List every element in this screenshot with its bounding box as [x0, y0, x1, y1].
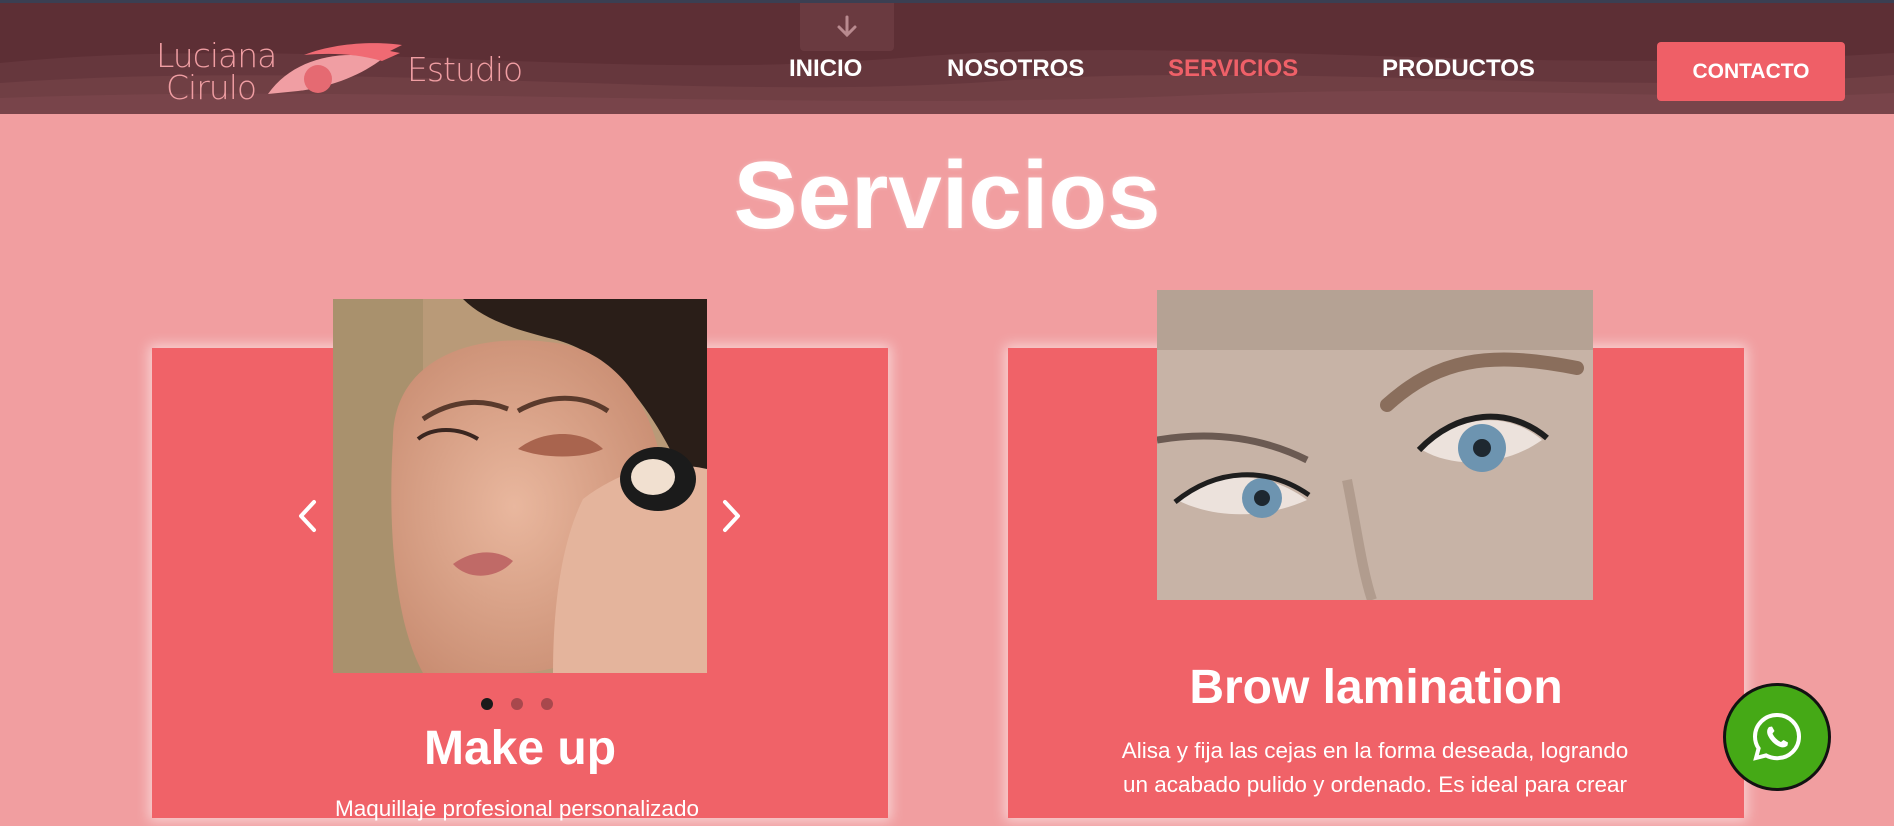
nav-item-nosotros[interactable]: NOSOTROS [947, 55, 1084, 83]
nav-item-inicio[interactable]: INICIO [789, 55, 862, 83]
page-title: Servicios [733, 142, 1161, 249]
carousel-prev-button[interactable] [292, 496, 322, 536]
carousel-dots [481, 698, 553, 710]
whatsapp-icon [1752, 712, 1802, 761]
service-text-makeup: Maquillaje profesional personalizado [335, 796, 699, 821]
service-text-brow: Alisa y fija las cejas en la forma desea… [1080, 734, 1670, 802]
carousel-dot-3[interactable] [541, 698, 553, 710]
nav-item-productos[interactable]: PRODUCTOS [1382, 55, 1535, 83]
scroll-down-tab[interactable] [800, 3, 894, 51]
eye-logo-icon [268, 43, 402, 94]
service-text-brow-line-2: un acabado pulido y ordenado. Es ideal p… [1122, 772, 1628, 797]
logo-text-last: Cirulo [166, 68, 257, 107]
service-title-makeup: Make up [423, 722, 617, 775]
makeup-photo [333, 299, 707, 673]
carousel-dot-2[interactable] [511, 698, 523, 710]
service-title-brow: Brow lamination [1189, 661, 1563, 714]
whatsapp-button[interactable] [1723, 683, 1831, 791]
chevron-left-icon [299, 500, 316, 532]
arrow-down-icon [837, 15, 857, 38]
chevron-right-icon [723, 500, 740, 532]
brow-lamination-photo [1157, 290, 1593, 600]
logo-text-studio: Estudio [407, 50, 523, 89]
service-text-brow-line-1: Alisa y fija las cejas en la forma desea… [1121, 738, 1629, 763]
nav-item-servicios[interactable]: SERVICIOS [1168, 55, 1298, 83]
contact-button[interactable]: CONTACTO [1657, 42, 1845, 101]
carousel-dot-1[interactable] [481, 698, 493, 710]
carousel-next-button[interactable] [717, 496, 747, 536]
site-header: Luciana Cirulo Estudio INICIO NOSOTROS S… [0, 3, 1894, 114]
brand-logo[interactable]: Luciana Cirulo Estudio [152, 33, 523, 107]
